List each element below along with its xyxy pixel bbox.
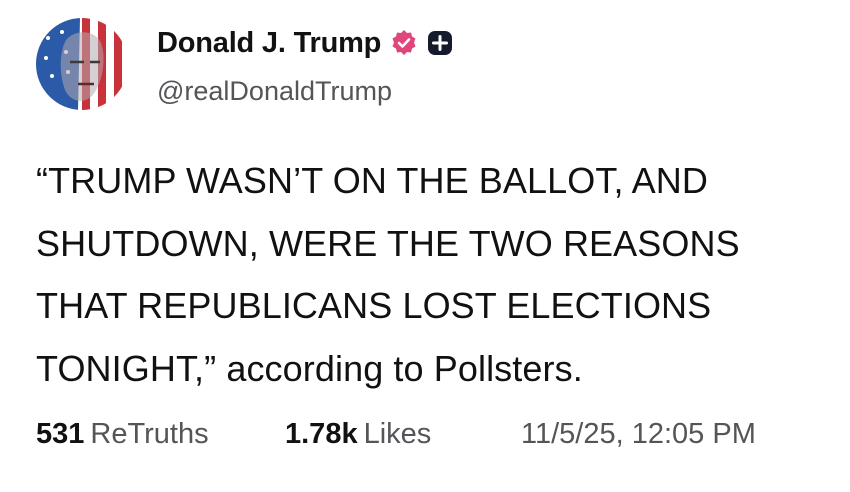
avatar[interactable] (36, 18, 128, 110)
retruths-label: ReTruths (90, 418, 209, 450)
retruths-count: 531 (36, 418, 85, 450)
post-timestamp[interactable]: 11/5/25, 12:05 PM (521, 418, 756, 451)
display-name[interactable]: Donald J. Trump (157, 27, 381, 60)
post-body: “TRUMP WASN’T ON THE BALLOT, AND SHUTDOW… (36, 150, 836, 400)
plus-badge-icon (426, 29, 454, 57)
retruths-stat[interactable]: 531 ReTruths (36, 418, 209, 451)
post-card: Donald J. Trump @realDonaldTrump “TRUMP … (0, 0, 850, 492)
post-stats: 531 ReTruths 1.78k Likes 11/5/25, 12:05 PM (36, 418, 826, 462)
likes-label: Likes (363, 418, 432, 450)
author-row: Donald J. Trump (157, 24, 454, 62)
user-handle[interactable]: @realDonaldTrump (157, 76, 392, 107)
likes-count: 1.78k (285, 418, 358, 450)
post-line: SHUTDOWN, WERE THE TWO REASONS (36, 222, 740, 264)
post-line: “TRUMP WASN’T ON THE BALLOT, AND (36, 160, 708, 201)
verified-badge-icon (390, 29, 418, 57)
post-line: THAT REPUBLICANS LOST ELECTIONS (36, 285, 712, 326)
avatar-image (36, 18, 128, 110)
post-line: TONIGHT,” according to Pollsters. (36, 347, 583, 389)
likes-stat[interactable]: 1.78k Likes (285, 418, 431, 451)
